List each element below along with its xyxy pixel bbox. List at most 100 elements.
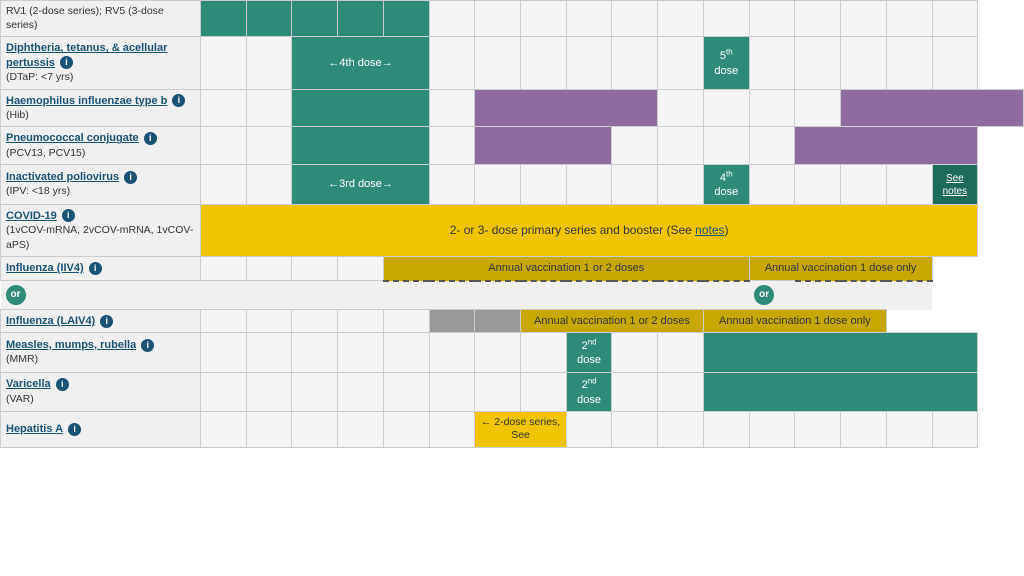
hib-info-icon[interactable]: i [172, 94, 185, 107]
rv-cell-15mo [521, 1, 567, 37]
table-row-pcv: Pneumococcal conjugate i (PCV13, PCV15) [1, 127, 1024, 165]
vaccine-name-dtap: Diphtheria, tetanus, & acellular pertuss… [1, 37, 201, 89]
laiv4-annual2-cell: Annual vaccination 1 dose only [703, 310, 886, 333]
ipv-dose3-cell: ←3rd dose→ [292, 165, 429, 204]
dtap-12mo [475, 37, 521, 89]
hepa-19mo [612, 411, 658, 447]
dtap-17yr [932, 37, 978, 89]
pcv-info-icon[interactable]: i [144, 132, 157, 145]
ipv-info-icon[interactable]: i [124, 171, 137, 184]
ipv-dose4-cell: 4thdose [703, 165, 749, 204]
dtap-info-icon[interactable]: i [60, 56, 73, 69]
hib-subtitle: (Hib) [6, 109, 29, 121]
var-6mo [383, 372, 429, 411]
rv-cell-13yr [841, 1, 887, 37]
var-12mo [475, 372, 521, 411]
covid-link[interactable]: COVID-19 [6, 210, 57, 222]
hepa-info-icon[interactable]: i [68, 423, 81, 436]
vaccine-name-laiv4: Influenza (LAIV4) i [1, 310, 201, 333]
mmr-6mo [383, 333, 429, 372]
table-row-ipv: Inactivated poliovirus i (IPV: <18 yrs) … [1, 165, 1024, 204]
var-teal-rest [703, 372, 977, 411]
hepa-17yr [932, 411, 978, 447]
rv-cell-2yr [658, 1, 704, 37]
ipv-15mo [521, 165, 567, 204]
hepa-2yr [658, 411, 704, 447]
hepa-birth [201, 411, 247, 447]
ipv-subtitle: (IPV: <18 yrs) [6, 185, 70, 197]
ipv-birth [201, 165, 247, 204]
pcv-link[interactable]: Pneumococcal conjugate [6, 132, 139, 144]
vaccine-name-covid: COVID-19 i (1vCOV-mRNA, 2vCOV-mRNA, 1vCO… [1, 204, 201, 257]
mmr-link[interactable]: Measles, mumps, rubella [6, 339, 136, 351]
table-row-mmr: Measles, mumps, rubella i (MMR) 2nddose [1, 333, 1024, 372]
rv-cell-19mo [612, 1, 658, 37]
vaccine-name-ipv: Inactivated poliovirus i (IPV: <18 yrs) [1, 165, 201, 204]
hepa-link[interactable]: Hepatitis A [6, 423, 63, 435]
hepa-6mo [383, 411, 429, 447]
dtap-subtitle: (DTaP: <7 yrs) [6, 71, 73, 83]
mmr-info-icon[interactable]: i [141, 339, 154, 352]
iiiv4-annual1-cell: Annual vaccination 1 or 2 doses [383, 257, 749, 281]
covid-notes-link[interactable]: notes [695, 223, 724, 237]
hepa-1mo [246, 411, 292, 447]
dtap-dose4-cell: ←4th dose→ [292, 37, 429, 89]
var-19mo [612, 372, 658, 411]
var-info-icon[interactable]: i [56, 378, 69, 391]
vaccine-name-rv: RV1 (2-dose series); RV5 (3-dose series) [1, 1, 201, 37]
laiv4-1mo [246, 310, 292, 333]
laiv4-birth [201, 310, 247, 333]
mmr-4mo [338, 333, 384, 372]
hepa-4yr [703, 411, 749, 447]
table-row-dtap: Diphtheria, tetanus, & acellular pertuss… [1, 37, 1024, 89]
rv-cell-birth [201, 1, 247, 37]
hib-teal1 [292, 89, 429, 127]
rv-cell-16yr [886, 1, 932, 37]
hib-purple [475, 89, 658, 127]
mmr-birth [201, 333, 247, 372]
mmr-15mo [521, 333, 567, 372]
mmr-12mo [475, 333, 521, 372]
laiv4-link[interactable]: Influenza (LAIV4) [6, 315, 95, 327]
laiv4-info-icon[interactable]: i [100, 315, 113, 328]
mmr-9mo [429, 333, 475, 372]
pcv-4yr [703, 127, 749, 165]
iiiv4-2mo [292, 257, 338, 281]
dtap-birth [201, 37, 247, 89]
laiv4-annual1-cell: Annual vaccination 1 or 2 doses [521, 310, 704, 333]
iiiv4-link[interactable]: Influenza (IIV4) [6, 262, 84, 274]
pcv-birth [201, 127, 247, 165]
var-link[interactable]: Varicella [6, 378, 51, 390]
hib-link[interactable]: Haemophilus influenzae type b [6, 95, 167, 107]
hib-2yr [703, 89, 749, 127]
iiiv4-info-icon[interactable]: i [89, 262, 102, 275]
hib-9mo [429, 89, 475, 127]
rv-cell-11yr [795, 1, 841, 37]
var-dose2-cell: 2nddose [566, 372, 612, 411]
ipv-notes-link[interactable]: See notes [943, 173, 967, 197]
dtap-9mo [429, 37, 475, 89]
vaccine-name-mmr: Measles, mumps, rubella i (MMR) [1, 333, 201, 372]
dtap-dose5-cell: 5thdose [703, 37, 749, 89]
ipv-9mo [429, 165, 475, 204]
hepa-16yr [886, 411, 932, 447]
covid-info-icon[interactable]: i [62, 209, 75, 222]
iiiv4-annual2-cell: Annual vaccination 1 dose only [749, 257, 932, 281]
hepa-9mo [429, 411, 475, 447]
pcv-2yr [658, 127, 704, 165]
hepa-11yr [795, 411, 841, 447]
rv-cell-2mo [292, 1, 338, 37]
ipv-19mo [612, 165, 658, 204]
vaccine-name-hib: Haemophilus influenzae type b i (Hib) [1, 89, 201, 127]
covid-subtitle: (1vCOV-mRNA, 2vCOV-mRNA, 1vCOV-aPS) [6, 224, 193, 251]
ipv-1mo [246, 165, 292, 204]
laiv4-4mo [338, 310, 384, 333]
dtap-11yr [795, 37, 841, 89]
rv-cell-6mo [383, 1, 429, 37]
rv-cell-12mo [475, 1, 521, 37]
ipv-seenotes-cell: See notes [932, 165, 978, 204]
pcv-9mo [429, 127, 475, 165]
ipv-link[interactable]: Inactivated poliovirus [6, 171, 119, 183]
dtap-link[interactable]: Diphtheria, tetanus, & acellular pertuss… [6, 42, 167, 68]
mmr-2mo [292, 333, 338, 372]
